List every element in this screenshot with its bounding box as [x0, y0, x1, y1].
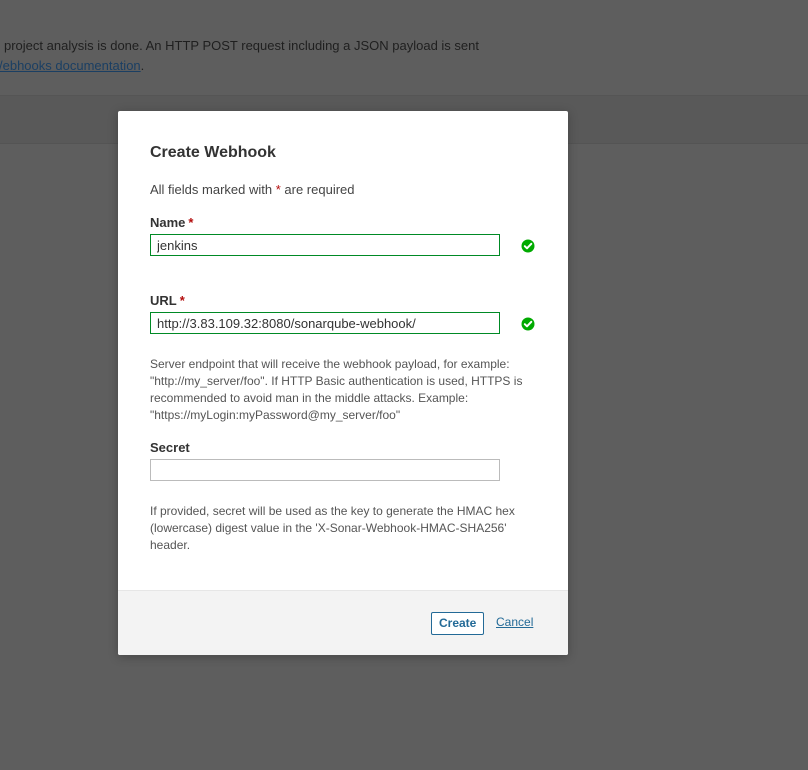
- modal-footer: Create Cancel: [118, 590, 568, 655]
- name-required-star: *: [188, 215, 194, 230]
- name-label-text: Name: [150, 215, 186, 230]
- create-webhook-modal: Create Webhook All fields marked with * …: [118, 111, 568, 655]
- url-required-star: *: [179, 293, 185, 308]
- url-help-text: Server endpoint that will receive the we…: [150, 357, 523, 422]
- url-label-text: URL: [150, 293, 177, 308]
- url-valid-check-circle-icon: [521, 317, 535, 331]
- webhooks-documentation-link[interactable]: /ebhooks documentation: [0, 58, 141, 73]
- required-fields-note: All fields marked with * are required: [150, 182, 355, 197]
- secret-help-text: If provided, secret will be used as the …: [150, 504, 515, 552]
- required-note-prefix: All fields marked with: [150, 182, 276, 197]
- cancel-link[interactable]: Cancel: [496, 615, 533, 629]
- background-description-suffix: .: [140, 58, 145, 73]
- name-valid-check-circle-icon: [521, 239, 535, 253]
- name-input[interactable]: [150, 234, 500, 256]
- secret-field-label: Secret: [150, 440, 190, 455]
- url-field-label: URL *: [150, 293, 185, 308]
- background-description: project analysis is done. An HTTP POST r…: [4, 38, 479, 53]
- background-description-link-line: /ebhooks documentation.: [0, 58, 144, 73]
- required-note-suffix: are required: [280, 182, 355, 197]
- modal-title: Create Webhook: [150, 144, 276, 161]
- name-field-label: Name *: [150, 215, 193, 230]
- create-button[interactable]: Create: [431, 612, 485, 635]
- page: project analysis is done. An HTTP POST r…: [0, 0, 808, 770]
- secret-input[interactable]: [150, 459, 500, 481]
- secret-label-text: Secret: [150, 440, 190, 455]
- url-input[interactable]: [150, 312, 500, 334]
